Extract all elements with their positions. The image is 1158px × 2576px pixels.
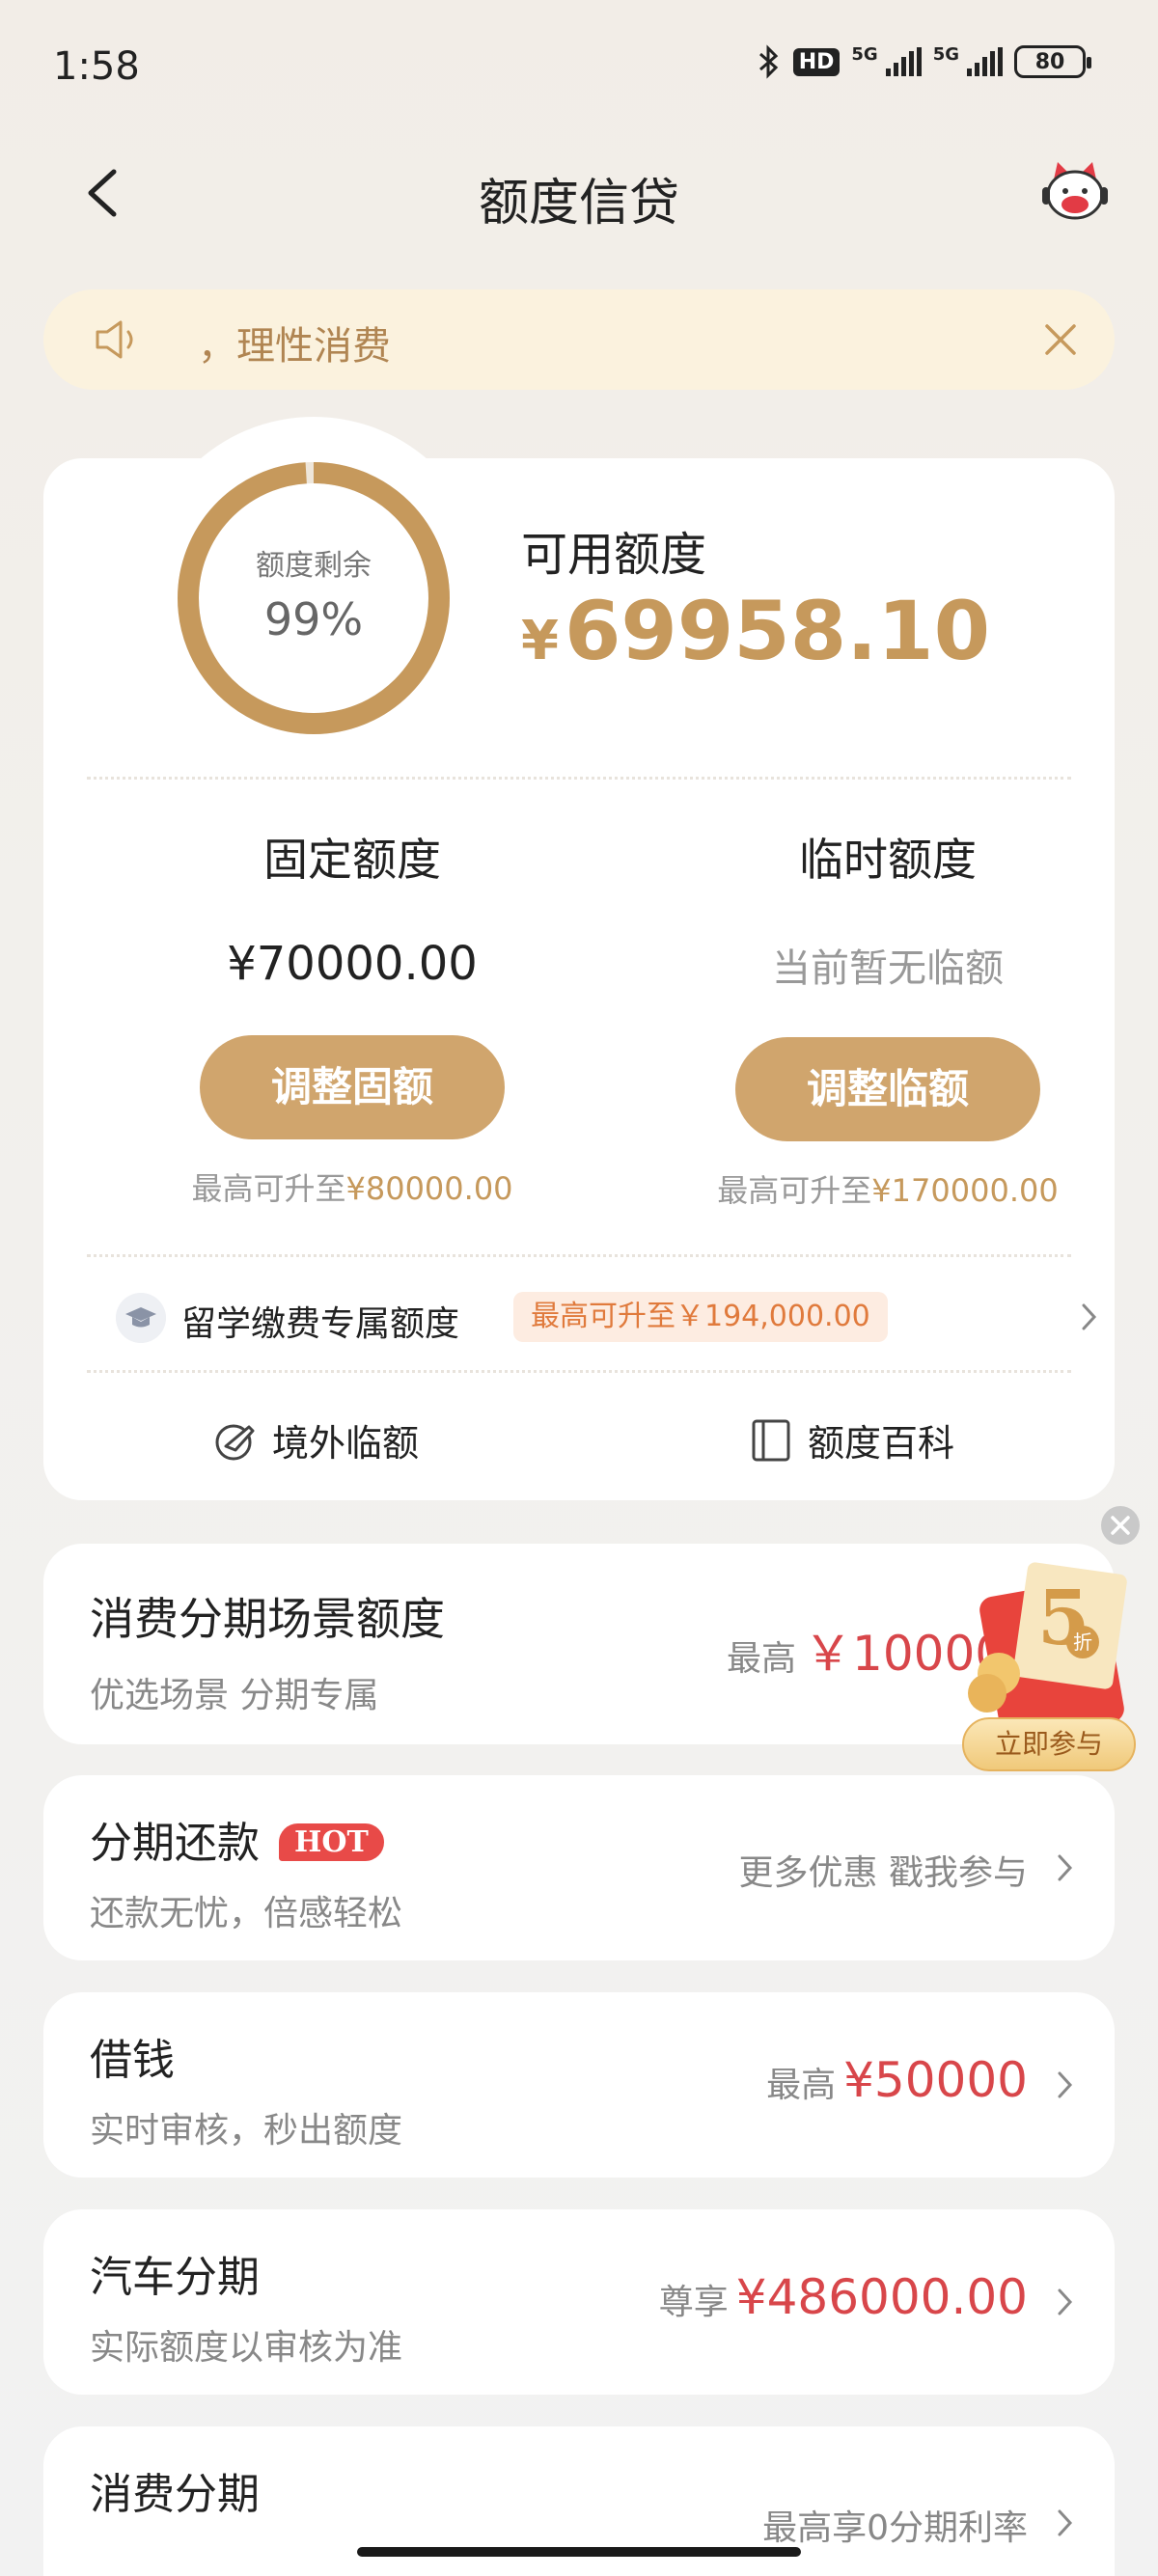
row-right-prefix: 尊享 (658, 2283, 729, 2322)
signal-icon-1 (885, 47, 922, 76)
fixed-hint-value: ¥80000.00 (345, 1170, 513, 1207)
ring-label: 额度剩余 (256, 549, 372, 583)
speaker-icon (96, 320, 133, 359)
page-title: 额度信贷 (478, 175, 679, 233)
row-right-text: 最高享0分期利率 (762, 2508, 1028, 2548)
bluetooth-icon (758, 44, 778, 79)
chevron-right-icon (1058, 2071, 1073, 2098)
row-title: 消费分期场景额度 (90, 1593, 445, 1645)
ring-percent: 99% (263, 593, 364, 645)
row-title: 汽车分期 (90, 2253, 260, 2302)
battery-icon: 80 (1014, 45, 1091, 78)
row-subtitle: 优选场景 分期专属 (90, 1676, 379, 1715)
promo-join-button[interactable]: 立即参与 (962, 1717, 1136, 1771)
status-icons: HD 5G 5G 80 (757, 44, 1091, 79)
list-item[interactable]: 借钱 实时审核，秒出额度 最高 ¥50000 (43, 1992, 1115, 2178)
credit-card: 额度剩余 99% 可用额度 ¥69958.10 固定额度 ¥70000.00 调… (43, 458, 1115, 1500)
fixed-quota-value: ¥70000.00 (227, 937, 478, 991)
divider (87, 777, 1071, 780)
row-title-wrap: 分期还款 HOT (90, 1808, 384, 1870)
chevron-right-icon (1082, 1303, 1097, 1330)
overseas-quota-link[interactable]: 境外临额 (212, 1413, 419, 1466)
list-item[interactable]: 汽车分期 实际额度以审核为准 尊享 ¥486000.00 (43, 2209, 1115, 2395)
temp-quota-column: 临时额度 当前暂无临额 调整临额 最高可升至¥170000.00 (685, 825, 1090, 1211)
promo-discount-unit: 折 (1066, 1626, 1099, 1658)
signal-icon-2 (967, 47, 1003, 76)
list-item[interactable]: 分期还款 HOT 还款无忧，倍感轻松 更多优惠 戳我参与 (43, 1775, 1115, 1960)
quota-wiki-link[interactable]: 额度百科 (748, 1413, 954, 1466)
fixed-quota-hint: 最高可升至¥80000.00 (150, 1165, 555, 1209)
fixed-quota-column: 固定额度 ¥70000.00 调整固额 最高可升至¥80000.00 (150, 825, 555, 1209)
row-title: 消费分期 (90, 2470, 260, 2519)
available-amount: ¥69958.10 (521, 584, 990, 678)
notice-text: ，理性消费 (198, 324, 391, 369)
available-label: 可用额度 (521, 528, 707, 582)
available-currency: ¥ (521, 610, 559, 672)
row-title: 分期还款 (90, 1819, 260, 1868)
divider (87, 1254, 1071, 1257)
network-label-2: 5G (932, 44, 959, 65)
temp-quota-value: 当前暂无临额 (772, 946, 1004, 991)
mascot-service-icon[interactable] (1040, 158, 1110, 228)
temp-hint-prefix: 最高可升至 (717, 1172, 872, 1209)
temp-quota-title: 临时额度 (799, 834, 977, 886)
study-abroad-tag: 最高可升至￥194,000.00 (513, 1292, 888, 1342)
book-icon (752, 1419, 790, 1461)
row-subtitle: 实时审核，秒出额度 (90, 2111, 403, 2151)
status-bar: 1:58 HD 5G 5G 80 (0, 0, 1158, 135)
home-indicator[interactable] (357, 2547, 801, 2557)
row-subtitle: 还款无忧，倍感轻松 (90, 1894, 403, 1933)
divider (87, 1370, 1071, 1373)
promo-floating-widget[interactable]: 5 折 立即参与 (951, 1505, 1153, 1785)
hot-badge: HOT (279, 1823, 384, 1861)
battery-level: 80 (1034, 49, 1065, 74)
notice-banner[interactable]: ，理性消费 (43, 289, 1115, 390)
network-label-1: 5G (851, 44, 878, 65)
overseas-quota-label: 境外临额 (272, 1422, 420, 1465)
row-right: 最高 ¥50000 (766, 2052, 1028, 2108)
row-subtitle: 实际额度以审核为准 (90, 2328, 403, 2368)
adjust-temp-button[interactable]: 调整临额 (735, 1037, 1040, 1141)
available-value: 69958.10 (564, 584, 991, 678)
study-abroad-label: 留学缴费专属额度 (181, 1304, 460, 1344)
graduation-cap-icon (116, 1293, 166, 1343)
row-right-prefix: 最高 (766, 2066, 837, 2105)
promo-close-icon[interactable] (1100, 1505, 1141, 1546)
quota-links: 境外临额 额度百科 (43, 1413, 1115, 1471)
temp-quota-hint: 最高可升至¥170000.00 (685, 1166, 1090, 1211)
study-abroad-quota-row[interactable]: 留学缴费专属额度 最高可升至￥194,000.00 (116, 1288, 1100, 1346)
fixed-hint-prefix: 最高可升至 (191, 1170, 346, 1207)
plane-globe-icon (215, 1424, 255, 1460)
chevron-right-icon (1058, 1854, 1073, 1881)
temp-hint-value: ¥170000.00 (871, 1172, 1059, 1209)
status-time: 1:58 (53, 44, 140, 89)
fixed-quota-title: 固定额度 (263, 834, 441, 886)
row-right: 尊享 ¥486000.00 (659, 2269, 1028, 2325)
chevron-right-icon (1058, 2509, 1073, 2536)
row-right-text: 更多优惠 戳我参与 (738, 1853, 1028, 1893)
row-title: 借钱 (90, 2036, 175, 2085)
row-right-value: ¥50000 (843, 2052, 1028, 2108)
close-icon[interactable] (1041, 320, 1080, 359)
row-right-prefix: 最高 (727, 1639, 797, 1679)
adjust-fixed-button[interactable]: 调整固额 (200, 1035, 505, 1139)
quota-wiki-label: 额度百科 (808, 1422, 955, 1465)
nav-bar: 额度信贷 (0, 145, 1158, 241)
chevron-right-icon (1058, 2288, 1073, 2316)
row-right-value: ¥486000.00 (735, 2269, 1028, 2325)
hd-badge: HD (792, 47, 841, 76)
